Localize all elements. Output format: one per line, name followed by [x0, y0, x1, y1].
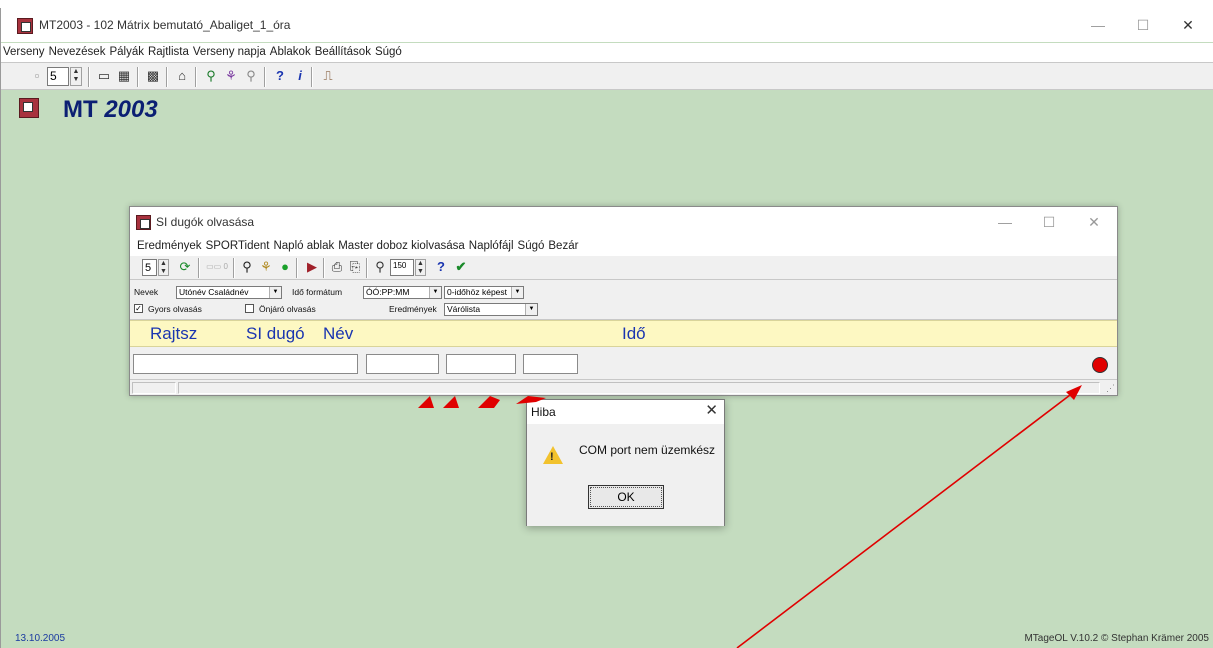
annotation-overlay — [418, 385, 1082, 648]
annotation-mark — [516, 396, 546, 404]
annotation-arrow-line — [736, 391, 1075, 648]
annotation-arrowhead — [1066, 385, 1082, 400]
annotation-mark — [443, 396, 459, 408]
annotation-mark — [418, 396, 434, 408]
annotation-mark — [478, 396, 500, 408]
